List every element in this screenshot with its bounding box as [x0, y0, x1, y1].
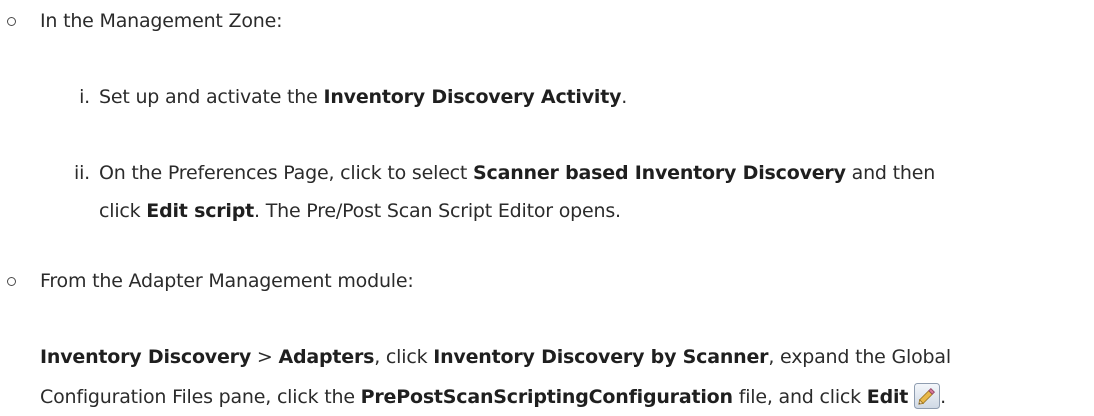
- bullet-text: In the Management Zone:: [40, 10, 283, 32]
- step-marker: i.: [79, 86, 90, 108]
- para-text: , click: [374, 346, 434, 368]
- bold-term: Scanner based Inventory Discovery: [473, 162, 846, 184]
- bullet-icon: [7, 17, 16, 26]
- para-text: Configuration Files pane, click the: [40, 386, 361, 408]
- step-text: and then: [845, 162, 936, 184]
- bullet-management-zone: In the Management Zone:: [40, 8, 282, 34]
- bold-term: Inventory Discovery Activity: [323, 86, 622, 108]
- step-text: . The Pre/Post Scan Script Editor opens.: [254, 200, 621, 222]
- bullet-adapter-management: From the Adapter Management module:: [40, 268, 414, 294]
- bold-term: Inventory Discovery: [40, 346, 252, 368]
- bullet-text: From the Adapter Management module:: [40, 270, 414, 292]
- bold-term: Edit script: [146, 200, 255, 222]
- step-ii-continued: click Edit script. The Pre/Post Scan Scr…: [99, 198, 621, 224]
- pencil-edit-icon: [914, 383, 941, 409]
- bold-term: PrePostScanScriptingConfiguration: [360, 386, 733, 408]
- para-text: , expand the Global: [768, 346, 951, 368]
- step-i: Set up and activate the Inventory Discov…: [99, 84, 627, 110]
- step-text: On the Preferences Page, click to select: [99, 162, 474, 184]
- para-text: file, and click: [732, 386, 867, 408]
- para-text: >: [251, 346, 279, 368]
- bold-term: Adapters: [278, 346, 375, 368]
- step-text: .: [621, 86, 628, 108]
- step-text: Set up and activate the: [99, 86, 324, 108]
- bold-term: Inventory Discovery by Scanner: [433, 346, 769, 368]
- para-text: .: [940, 386, 947, 408]
- step-marker: ii.: [74, 162, 90, 184]
- step-ii: On the Preferences Page, click to select…: [99, 160, 935, 186]
- para-line-2: Configuration Files pane, click the PreP…: [40, 383, 946, 410]
- bullet-icon: [7, 277, 16, 286]
- step-text: click: [99, 200, 147, 222]
- bold-term: Edit: [866, 386, 909, 408]
- para-line-1: Inventory Discovery > Adapters, click In…: [40, 344, 951, 370]
